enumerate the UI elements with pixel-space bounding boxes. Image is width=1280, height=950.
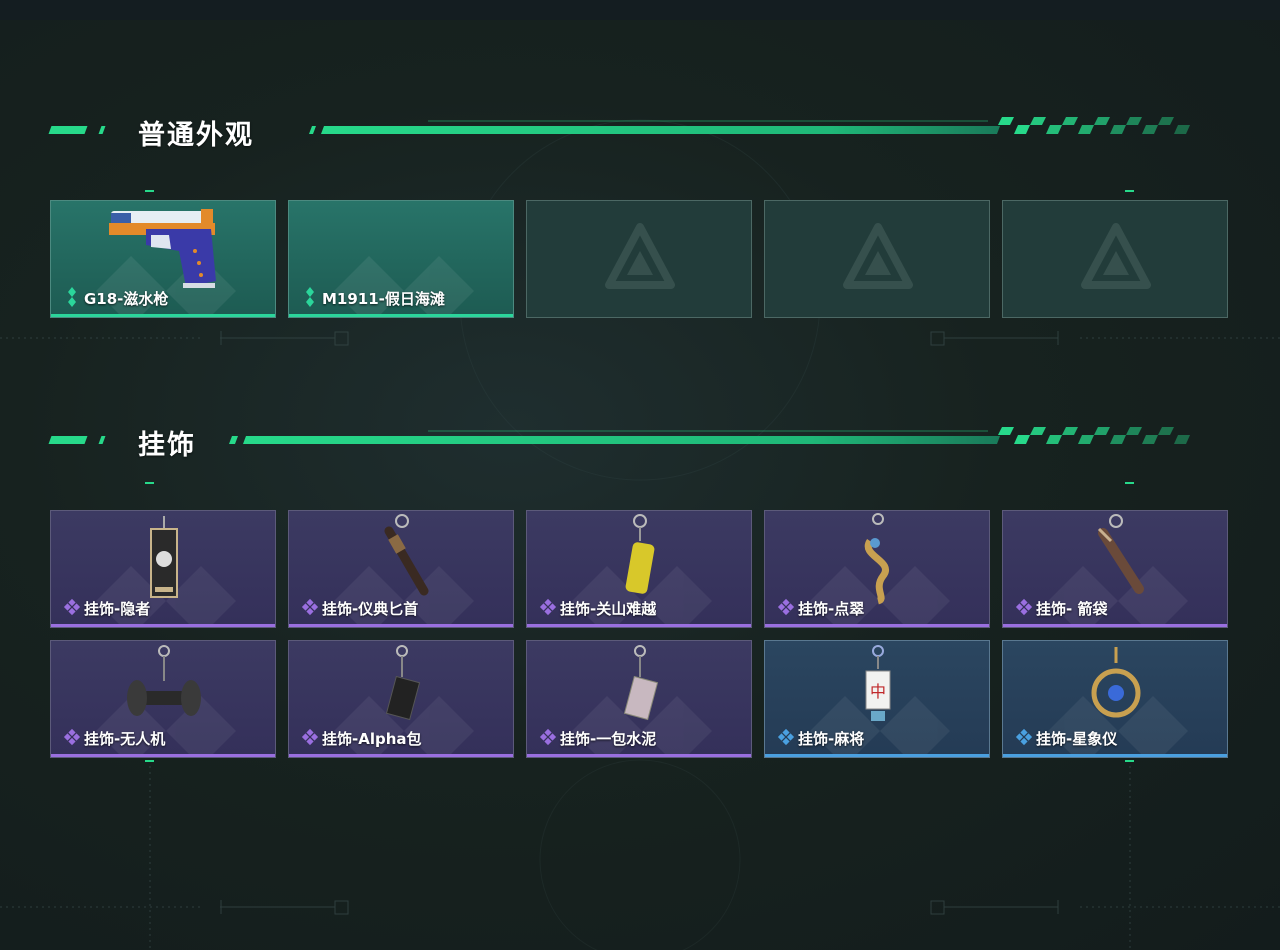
item-name: G18-滋水枪 (84, 290, 169, 308)
item-name: 挂饰-一包水泥 (560, 730, 657, 748)
item-name: 挂饰-无人机 (84, 730, 166, 748)
item-name: 挂饰-星象仪 (1036, 730, 1118, 748)
rarity-bar (527, 624, 751, 627)
game-logo-placeholder-icon (843, 223, 913, 289)
rarity-bar (51, 314, 275, 317)
game-logo-placeholder-icon (1081, 223, 1151, 289)
charm-card[interactable]: 中挂饰-麻将 (764, 640, 990, 758)
rarity-bar (765, 754, 989, 757)
charm-card[interactable]: 挂饰-Alpha包 (288, 640, 514, 758)
quiver-charm-icon (1097, 514, 1144, 594)
rarity-bar (1003, 754, 1227, 757)
header-rule (229, 427, 1190, 444)
header-accent-dash (48, 126, 88, 134)
header-accent-dash (48, 436, 88, 444)
item-name: 挂饰-麻将 (798, 730, 865, 748)
skin-card-g18[interactable]: G18-滋水枪 (50, 200, 276, 318)
rarity-purple-icon (539, 598, 557, 616)
charm-card[interactable]: 挂饰-无人机 (50, 640, 276, 758)
rarity-blue-icon (1015, 728, 1033, 746)
charm-card[interactable]: 挂饰- 箭袋 (1002, 510, 1228, 628)
item-name: 挂饰-隐者 (84, 600, 151, 618)
rarity-bar (51, 624, 275, 627)
dagger-charm-icon (384, 514, 429, 596)
tarot-card-charm-icon (150, 516, 178, 598)
item-name: 挂饰-点翠 (798, 600, 865, 618)
drone-charm-icon (127, 645, 201, 716)
section-header-skins: 普通外观 (48, 115, 1200, 151)
rarity-purple-icon (539, 728, 557, 746)
charm-card[interactable]: 挂饰-一包水泥 (526, 640, 752, 758)
rarity-bar (1003, 624, 1227, 627)
svg-text:中: 中 (870, 682, 886, 701)
header-accent-tick (98, 126, 106, 134)
section-header-charms: 挂饰 (48, 425, 1200, 461)
charm-card[interactable]: 挂饰-关山难越 (526, 510, 752, 628)
item-name: M1911-假日海滩 (322, 290, 445, 308)
phoenix-charm-icon (864, 513, 889, 605)
rarity-purple-icon (777, 598, 795, 616)
rarity-purple-icon (301, 598, 319, 616)
header-accent-tick (98, 436, 106, 444)
item-name: 挂饰-Alpha包 (322, 730, 422, 748)
rarity-bar (289, 314, 513, 317)
section-title: 普通外观 (138, 120, 254, 151)
water-pistol-icon (109, 209, 216, 288)
empty-skin-slot (526, 200, 752, 318)
rarity-purple-icon (301, 728, 319, 746)
mahjong-charm-icon: 中 (865, 645, 891, 721)
game-logo-placeholder-icon (605, 223, 675, 289)
empty-skin-slot (1002, 200, 1228, 318)
rarity-bar (51, 754, 275, 757)
header-rule (309, 117, 1190, 134)
item-name: 挂饰- 箭袋 (1036, 600, 1108, 618)
rarity-purple-icon (1015, 598, 1033, 616)
rarity-green-icon (68, 287, 76, 307)
section-title: 挂饰 (138, 430, 196, 461)
yellow-can-charm-icon (625, 514, 655, 594)
charm-card[interactable]: 挂饰-点翠 (764, 510, 990, 628)
cement-bag-charm-icon (623, 645, 659, 721)
item-name: 挂饰-关山难越 (560, 600, 657, 618)
rarity-green-icon (306, 287, 314, 307)
alpha-bag-charm-icon (385, 645, 421, 721)
rarity-bar (289, 754, 513, 757)
skin-card-m1911[interactable]: M1911-假日海滩 (288, 200, 514, 318)
astrolabe-charm-icon (1091, 647, 1141, 718)
empty-skin-slot (764, 200, 990, 318)
rarity-bar (765, 624, 989, 627)
item-name: 挂饰-仪典匕首 (322, 600, 419, 618)
rarity-purple-icon (63, 728, 81, 746)
charm-card[interactable]: 挂饰-仪典匕首 (288, 510, 514, 628)
rarity-blue-icon (777, 728, 795, 746)
rarity-bar (289, 624, 513, 627)
rarity-bar (527, 754, 751, 757)
charm-card[interactable]: 挂饰-隐者 (50, 510, 276, 628)
rarity-purple-icon (63, 598, 81, 616)
top-bar (0, 0, 1280, 20)
charm-card[interactable]: 挂饰-星象仪 (1002, 640, 1228, 758)
